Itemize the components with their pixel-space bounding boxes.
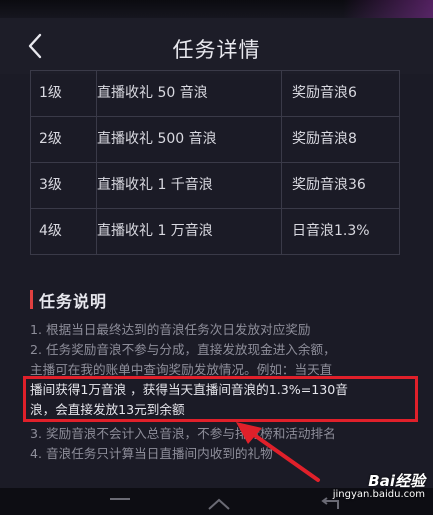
reward-text: 奖励音浪36: [292, 177, 366, 193]
reward-text: 奖励音浪6: [292, 85, 357, 101]
description-line: 4. 音浪任务只计算当日直播间内收到的礼物: [30, 446, 273, 461]
reward-cell: 日音浪1.3%: [281, 209, 402, 254]
task-cell: 直播收礼 500 音浪: [96, 117, 282, 162]
task-cell: 直播收礼 1 千音浪: [96, 163, 282, 208]
level-cell: 3级: [39, 177, 62, 193]
reward-text: 日音浪1.3%: [292, 223, 370, 239]
watermark-logo: Bai经验: [368, 472, 425, 490]
task-text: 直播收礼 500 音浪: [97, 131, 217, 147]
description-line: 2. 任务奖励音浪不参与分成，直接发放现金进入余额，: [30, 342, 336, 357]
table-row: 2级 直播收礼 500 音浪 奖励音浪8: [30, 117, 400, 163]
highlight-box: [23, 376, 418, 422]
table-row: 1级 直播收礼 50 音浪 奖励音浪6: [30, 70, 400, 117]
menu-icon[interactable]: [108, 497, 132, 511]
level-cell: 2级: [39, 131, 62, 147]
page-title: 任务详情: [172, 38, 261, 62]
status-bar-glow: [343, 0, 433, 18]
description-before: 1. 根据当日最终达到的音浪任务次日发放对应奖励 2. 任务奖励音浪不参与分成，…: [30, 320, 422, 380]
accent-bar: [30, 290, 33, 309]
task-cell: 直播收礼 1 万音浪: [96, 209, 282, 254]
task-details-screen: 任务详情 1级 直播收礼 50 音浪 奖励音浪6 2级 直播收礼 500 音浪 …: [0, 0, 433, 515]
task-cell: 直播收礼 50 音浪: [96, 71, 282, 116]
section-title: 任务说明: [39, 292, 108, 311]
description-line: 3. 奖励音浪不会计入总音浪，不参与排行榜和活动排名: [30, 426, 336, 441]
watermark: Bai经验 jingyan.baidu.com: [333, 470, 425, 500]
task-text: 直播收礼 1 万音浪: [97, 223, 213, 239]
reward-cell: 奖励音浪36: [281, 163, 402, 208]
status-bar: [0, 0, 433, 18]
reward-cell: 奖励音浪8: [281, 117, 402, 162]
reward-text: 奖励音浪8: [292, 131, 357, 147]
level-cell: 4级: [39, 223, 62, 239]
description-after: 3. 奖励音浪不会计入总音浪，不参与排行榜和活动排名 4. 音浪任务只计算当日直…: [30, 424, 422, 464]
description-line: 1. 根据当日最终达到的音浪任务次日发放对应奖励: [30, 322, 311, 337]
task-text: 直播收礼 1 千音浪: [97, 177, 213, 193]
header: 任务详情: [0, 18, 433, 74]
table-row: 4级 直播收礼 1 万音浪 日音浪1.3%: [30, 209, 400, 255]
task-text: 直播收礼 50 音浪: [97, 85, 208, 101]
home-icon[interactable]: [206, 497, 232, 511]
table-row: 3级 直播收礼 1 千音浪 奖励音浪36: [30, 163, 400, 209]
level-cell: 1级: [39, 85, 62, 101]
reward-table: 1级 直播收礼 50 音浪 奖励音浪6 2级 直播收礼 500 音浪 奖励音浪8…: [30, 70, 400, 255]
watermark-url: jingyan.baidu.com: [332, 489, 425, 500]
reward-cell: 奖励音浪6: [281, 71, 402, 116]
